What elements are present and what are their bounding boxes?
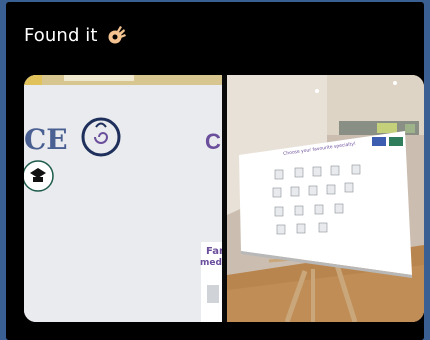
tweet-footer (6, 327, 424, 340)
ok-hand-emoji-icon (108, 26, 126, 44)
media-grid[interactable]: CE C Fam medi (24, 75, 424, 322)
sign-text-c: C (205, 129, 221, 154)
post-text-label: Found it (24, 24, 98, 46)
tweet-card: Found it CE C Fa med Choose your favouri… (6, 2, 424, 340)
post-text: Found it (24, 24, 127, 46)
sign-partial-line1: Fam (206, 246, 222, 257)
signage-illustration (24, 75, 222, 322)
sign-text-ce: CE (24, 123, 68, 156)
sign-partial-line2: medi (200, 258, 222, 268)
photo-board-easel[interactable]: Choose your favourite specialty! (227, 75, 424, 322)
photo-signage[interactable]: CE C Fam medi (24, 75, 222, 322)
board-easel-illustration (227, 75, 424, 322)
